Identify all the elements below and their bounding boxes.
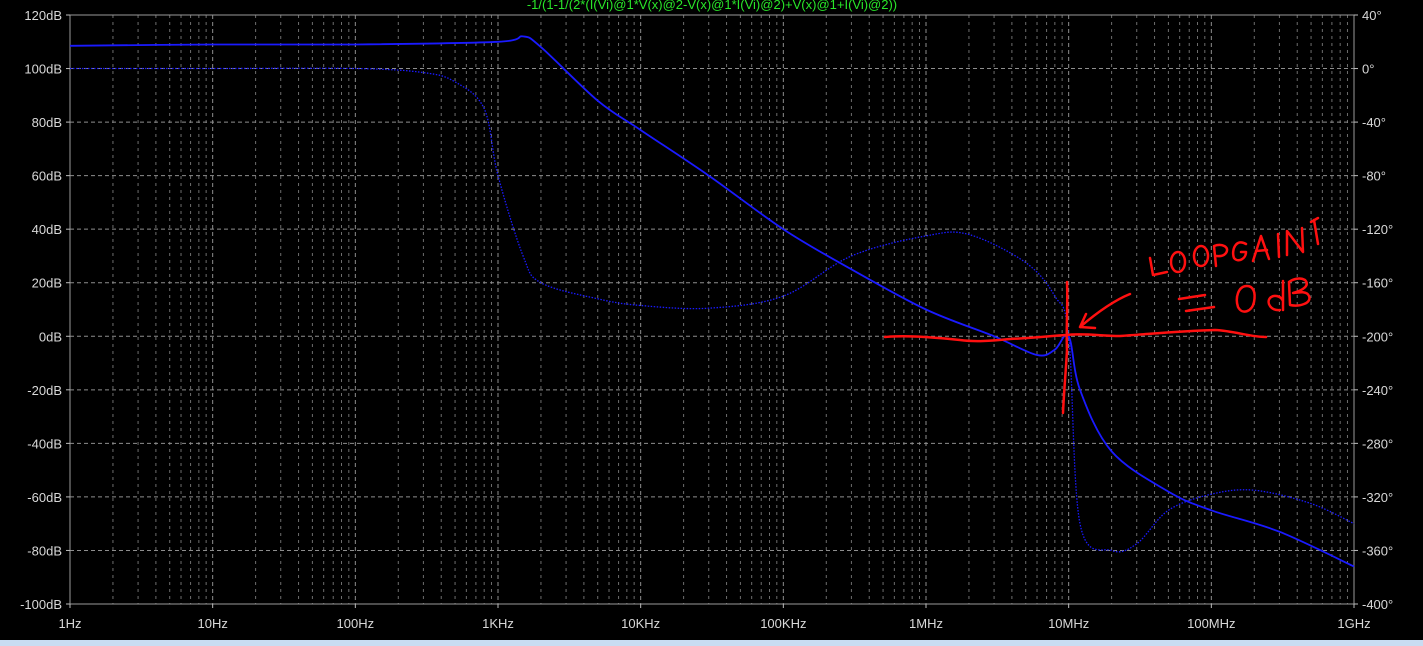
left-axis-tick-label: 100dB xyxy=(24,62,62,77)
right-axis-tick-label: -160° xyxy=(1362,276,1393,291)
right-axis-tick-label: -40° xyxy=(1362,115,1386,130)
right-axis-tick-label: -200° xyxy=(1362,329,1393,344)
left-axis-tick-label: 60dB xyxy=(32,169,62,184)
x-axis-tick-label: 10Hz xyxy=(197,616,227,631)
right-axis-tick-label: 40° xyxy=(1362,8,1382,23)
right-axis-tick-label: -280° xyxy=(1362,436,1393,451)
right-axis-tick-label: -240° xyxy=(1362,383,1393,398)
plot-background xyxy=(0,0,1423,646)
left-axis-tick-label: -100dB xyxy=(20,597,62,612)
left-axis-tick-label: -60dB xyxy=(27,490,62,505)
x-axis-tick-label: 1Hz xyxy=(58,616,81,631)
left-axis-tick-label: 0dB xyxy=(39,329,62,344)
x-axis-tick-label: 100Hz xyxy=(337,616,375,631)
right-axis-tick-label: -80° xyxy=(1362,169,1386,184)
x-axis-tick-label: 100KHz xyxy=(760,616,806,631)
right-axis-tick-label: -360° xyxy=(1362,543,1393,558)
x-axis-tick-label: 1KHz xyxy=(482,616,514,631)
left-axis-tick-label: 80dB xyxy=(32,115,62,130)
trace-expression-title: -1/(1-1/(2*(I(Vi)@1*V(x)@2-V(x)@1*I(Vi)@… xyxy=(527,0,897,12)
right-axis-tick-label: -400° xyxy=(1362,597,1393,612)
right-axis-tick-label: -320° xyxy=(1362,490,1393,505)
right-axis-tick-label: -120° xyxy=(1362,222,1393,237)
bode-plot-window: 120dB 100dB 80dB 60dB 40dB 20dB 0dB -20dB -40dB -… xyxy=(0,0,1423,646)
left-axis-tick-label: -80dB xyxy=(27,543,62,558)
x-axis-tick-label: 100MHz xyxy=(1187,616,1235,631)
x-axis-tick-label: 10KHz xyxy=(621,616,660,631)
left-axis-tick-label: 20dB xyxy=(32,276,62,291)
left-axis-tick-label: -20dB xyxy=(27,383,62,398)
left-axis-tick-label: 40dB xyxy=(32,222,62,237)
window-bottom-edge xyxy=(0,640,1423,646)
left-axis-tick-label: 120dB xyxy=(24,8,62,23)
x-axis-tick-label: 1MHz xyxy=(909,616,943,631)
x-axis-tick-label: 10MHz xyxy=(1048,616,1089,631)
left-axis-tick-label: -40dB xyxy=(27,436,62,451)
bode-plot[interactable]: 120dB 100dB 80dB 60dB 40dB 20dB 0dB -20dB -40dB -… xyxy=(0,0,1423,646)
right-axis-tick-label: 0° xyxy=(1362,62,1374,77)
x-axis-tick-label: 1GHz xyxy=(1337,616,1370,631)
